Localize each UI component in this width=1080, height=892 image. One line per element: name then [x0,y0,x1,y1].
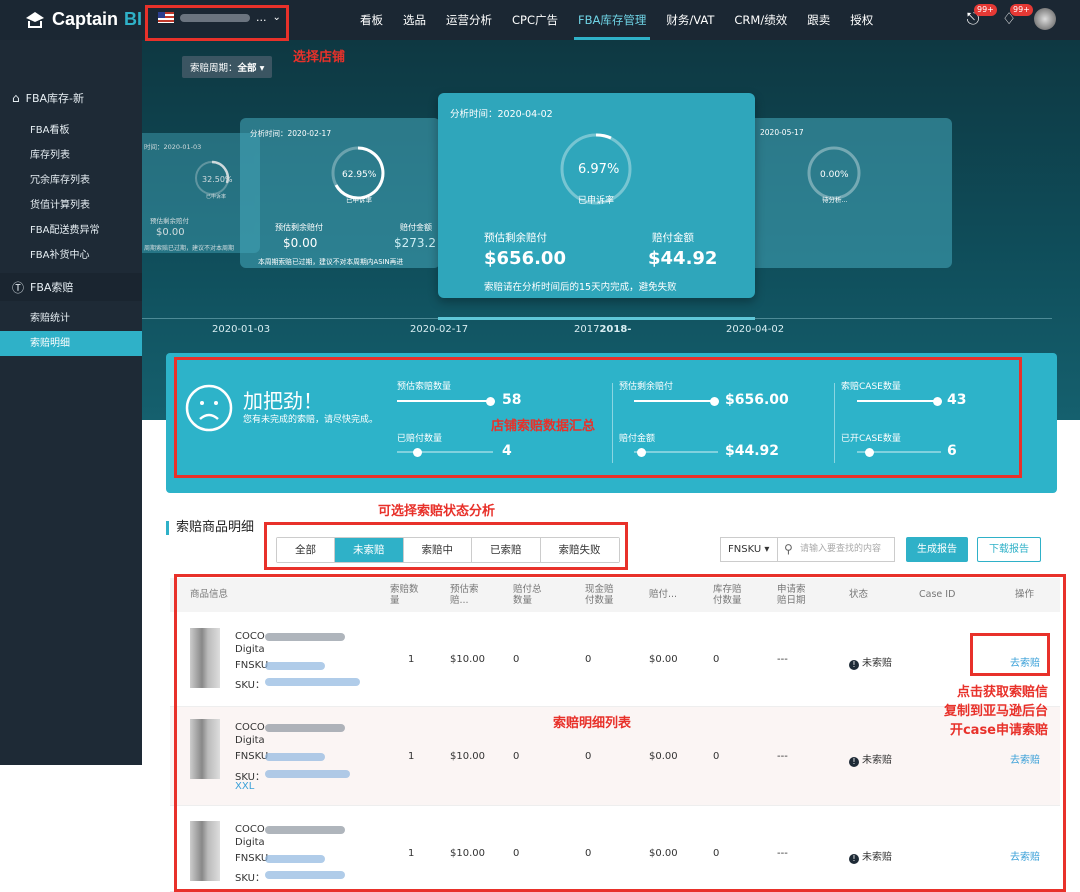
timeline-year-b: 2018- [599,324,632,335]
period-value: 全部 [237,63,257,74]
card-right-label: 赔付金额 [652,232,694,244]
card-pct-label: 已申诉率 [578,196,615,206]
card-pct: 32.50% [202,175,233,184]
card-right-value: $273.2 [394,236,436,250]
annotation-action: 点击获取索赔信 复制到亚马逊后台 开case申请索赔 [944,683,1048,740]
search-input[interactable]: ⚲ 请输入要查找的内容 [777,537,895,562]
card-date: 2020-05-17 [760,128,804,137]
card-left-value: $656.00 [484,248,566,269]
sidebar-item-claim-details[interactable]: 索赔明细 [0,331,142,356]
logo[interactable]: Captain BI [24,9,142,30]
annotation-list: 索赔明细列表 [553,716,632,731]
sidebar-item-value-calc[interactable]: 货值计算列表 [0,193,142,218]
section-title: 索赔商品明细 [166,521,254,535]
nav-item-dashboard[interactable]: 看板 [350,0,393,40]
brand-name: Captain [52,9,119,29]
generate-report-button[interactable]: 生成报告 [906,537,968,562]
timeline-year-a: 2017 [574,324,600,335]
sidebar-item-replenishment[interactable]: FBA补货中心 [0,243,142,268]
period-label: 索赔周期： [190,63,238,74]
annotation-box-tabs [264,522,628,570]
warehouse-icon: ⌂ [12,91,20,105]
timeline-label-1[interactable]: 2020-01-03 [212,324,270,335]
brand-suffix: BI [124,9,143,29]
notification-bell-icon[interactable]: ♢ 99+ [998,4,1033,30]
timeline-label-4[interactable]: 2020-04-02 [726,324,784,335]
card-pct: 62.95% [342,170,377,180]
sidebar-group-fba-claims[interactable]: Ⓣ FBA索赔 [0,273,142,301]
nav-item-crm[interactable]: CRM/绩效 [724,0,797,40]
sidebar-item-fba-board[interactable]: FBA看板 [0,118,142,143]
sidebar-item-fee-anomaly[interactable]: FBA配送费异常 [0,218,142,243]
card-pct: 6.97% [578,162,620,177]
annotation-box-store [145,5,289,41]
avatar[interactable] [1034,8,1056,30]
nav-icons: ⎋ 99+ ♢ 99+ [962,4,1056,30]
download-report-button[interactable]: 下载报告 [977,537,1041,562]
sidebar-group-label: FBA索赔 [30,281,74,294]
nav-item-follow-sell[interactable]: 跟卖 [797,0,840,40]
period-card-2020-05-17[interactable]: 2020-05-17 0.00% 待分析... [740,118,952,268]
card-note: 索赔请在分析时间后的15天内完成，避免失败 [484,282,677,293]
caret-down-icon: ▾ [259,63,265,74]
period-card-2020-02-17[interactable]: 分析时间：2020-02-17 62.95% 已申诉率 预估剩余赔付 $0.00… [240,118,440,268]
sidebar-item-claim-stats[interactable]: 索赔统计 [0,306,142,331]
nav-item-authorize[interactable]: 授权 [840,0,883,40]
alarm-icon[interactable]: ⎋ 99+ [962,4,997,30]
card-left-label: 预估剩余赔付 [484,232,547,244]
notification-badge: 99+ [1010,4,1033,16]
search-icon: ⚲ [784,542,793,556]
card-date: 分析时间：2020-02-17 [250,129,332,138]
card-date: 时间：2020-01-03 [144,143,202,151]
sidebar-group-fba-inventory[interactable]: ⌂ FBA库存-新 [0,84,142,112]
sidebar-group-label: FBA库存-新 [25,92,84,105]
timeline-label-3[interactable]: 20172018- [574,324,631,335]
alarm-badge: 99+ [974,4,997,16]
search-placeholder: 请输入要查找的内容 [800,544,882,554]
card-right-value: $44.92 [648,248,718,269]
card-left-label: 预估剩余赔付 [275,223,323,232]
timeline-active-range [438,317,755,320]
annotation-action-line1: 点击获取索赔信 [957,685,1049,700]
captain-hat-icon [26,11,44,28]
card-pct-label: 待分析... [822,196,848,204]
nav-item-product-selection[interactable]: 选品 [393,0,436,40]
sidebar-item-inventory-list[interactable]: 库存列表 [0,143,142,168]
caret-down-icon: ▾ [764,544,770,555]
claim-period-select[interactable]: 索赔周期：全部 ▾ [182,56,273,78]
period-card-2020-04-02-active[interactable]: 分析时间：2020-04-02 6.97% 已申诉率 预估剩余赔付 $656.0… [438,93,755,298]
nav-item-fba[interactable]: FBA库存管理 [568,0,656,40]
sidebar: ⌂ FBA库存-新 FBA看板 库存列表 冗余库存列表 货值计算列表 FBA配送… [0,40,142,765]
card-right-label: 赔付金额 [400,223,432,232]
annotation-action-line3: 开case申请索赔 [949,723,1049,738]
annotation-action-line2: 复制到亚马逊后台 [944,704,1049,719]
annotation-summary: 店铺索赔数据汇总 [491,419,596,434]
search-field-label: FNSKU [728,544,762,555]
card-left-value: $0.00 [283,236,318,250]
card-pct: 0.00% [820,170,849,180]
card-note: 周期索赔已过期，建议不对本周期 [144,245,235,252]
card-left-value: $0.00 [156,227,185,238]
nav-item-finance[interactable]: 财务/VAT [656,0,724,40]
card-left-label: 预估剩余赔付 [150,217,189,225]
sidebar-item-redundant-inventory[interactable]: 冗余库存列表 [0,168,142,193]
annotation-box-summary [174,357,1022,478]
dollar-circle-icon: Ⓣ [12,280,25,295]
nav-item-cpc[interactable]: CPC广告 [502,0,568,40]
annotation-box-action [970,633,1050,676]
main-nav: 看板 选品 运营分析 CPC广告 FBA库存管理 财务/VAT CRM/绩效 跟… [350,0,883,40]
nav-item-operations[interactable]: 运营分析 [436,0,502,40]
annotation-status: 可选择索赔状态分析 [378,504,496,519]
timeline-label-2[interactable]: 2020-02-17 [410,324,468,335]
card-pct-label: 已申诉率 [346,196,372,204]
search-field-select[interactable]: FNSKU ▾ [720,537,778,562]
card-date: 分析时间：2020-04-02 [450,109,553,120]
annotation-store: 选择店铺 [293,50,346,65]
card-pct-label: 已申诉率 [206,194,227,200]
card-note: 本周期索赔已过期，建议不对本周期内ASIN再进 [258,258,404,266]
annotation-box-table [174,574,1066,892]
